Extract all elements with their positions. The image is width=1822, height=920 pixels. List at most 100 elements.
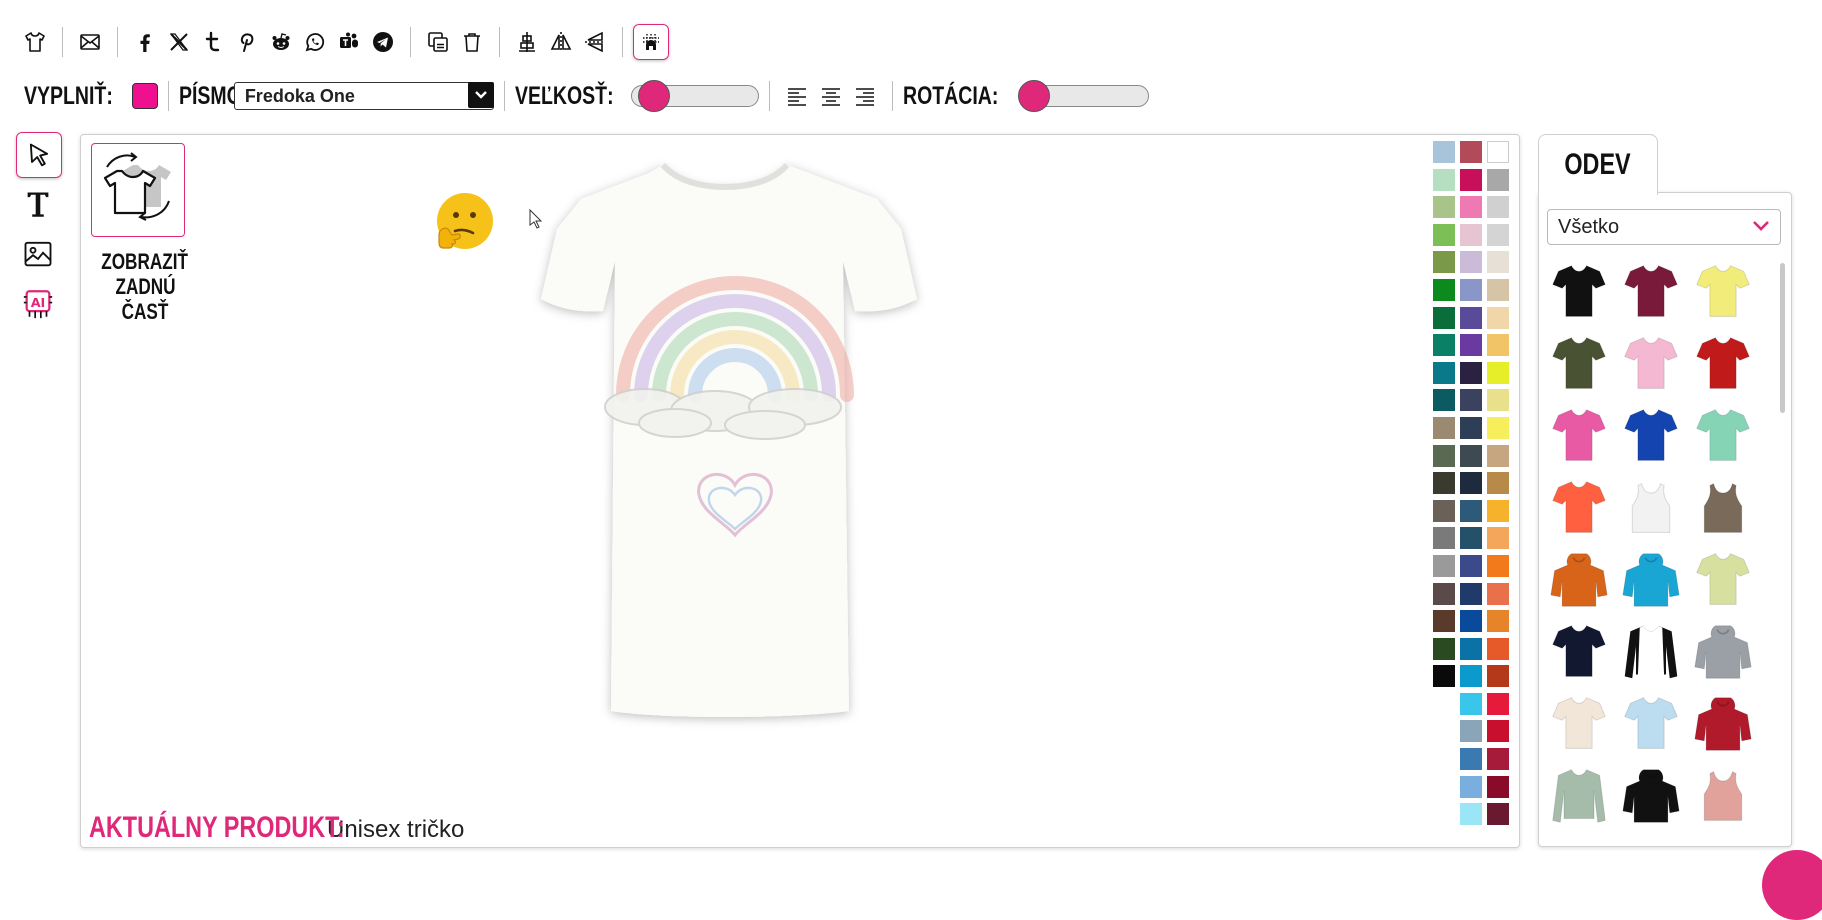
product-thumb-tshirt-pink[interactable] bbox=[1619, 333, 1683, 395]
align-right-icon[interactable] bbox=[848, 79, 882, 113]
color-swatch[interactable] bbox=[1487, 196, 1509, 219]
color-swatch[interactable] bbox=[1433, 141, 1455, 163]
color-swatch[interactable] bbox=[1460, 527, 1482, 550]
color-swatch[interactable] bbox=[1460, 361, 1482, 384]
color-swatch[interactable] bbox=[1460, 665, 1482, 688]
color-swatch[interactable] bbox=[1433, 251, 1455, 274]
color-swatch[interactable] bbox=[1460, 499, 1482, 522]
align-left-icon[interactable] bbox=[780, 79, 814, 113]
product-thumb-hoodie-black-orange[interactable] bbox=[1619, 765, 1683, 827]
size-slider-handle[interactable] bbox=[637, 80, 670, 112]
text-tool[interactable] bbox=[16, 182, 60, 226]
tumblr-icon[interactable] bbox=[196, 25, 230, 59]
color-swatch[interactable] bbox=[1487, 720, 1509, 743]
fill-color-swatch[interactable] bbox=[131, 83, 158, 109]
color-swatch[interactable] bbox=[1460, 389, 1482, 412]
email-icon[interactable] bbox=[73, 25, 107, 59]
duplicate-icon[interactable] bbox=[421, 25, 455, 59]
color-swatch[interactable] bbox=[1460, 306, 1482, 329]
color-swatch[interactable] bbox=[1460, 692, 1482, 715]
color-swatch[interactable] bbox=[1460, 141, 1482, 163]
color-swatch[interactable] bbox=[1487, 775, 1509, 798]
flip-vertical-icon[interactable] bbox=[578, 25, 612, 59]
product-thumb-tshirt-red[interactable] bbox=[1691, 333, 1755, 395]
color-swatch[interactable] bbox=[1487, 416, 1509, 439]
color-swatch[interactable] bbox=[1433, 306, 1455, 329]
color-swatch[interactable] bbox=[1433, 444, 1455, 467]
color-swatch[interactable] bbox=[1433, 499, 1455, 522]
color-swatch[interactable] bbox=[1433, 389, 1455, 412]
color-swatch[interactable] bbox=[1460, 416, 1482, 439]
select-tool[interactable] bbox=[16, 132, 62, 178]
design-canvas[interactable]: ZOBRAZIŤ ZADNÚ ČASŤ AKTUÁLNY PRODUKT: Un… bbox=[80, 134, 1520, 848]
color-swatch[interactable] bbox=[1460, 444, 1482, 467]
color-swatch[interactable] bbox=[1487, 748, 1509, 771]
color-swatch[interactable] bbox=[1487, 168, 1509, 191]
font-select[interactable]: Fredoka One bbox=[233, 82, 494, 110]
color-swatch[interactable] bbox=[1433, 196, 1455, 219]
flip-horizontal-icon[interactable] bbox=[544, 25, 578, 59]
color-swatch[interactable] bbox=[1487, 803, 1509, 826]
product-thumb-hoodie-orange[interactable] bbox=[1547, 549, 1611, 611]
size-slider[interactable] bbox=[631, 80, 760, 112]
chevron-down-icon[interactable] bbox=[467, 82, 494, 108]
color-swatch[interactable] bbox=[1460, 637, 1482, 660]
reddit-icon[interactable] bbox=[264, 25, 298, 59]
color-swatch[interactable] bbox=[1460, 251, 1482, 274]
color-swatch[interactable] bbox=[1433, 637, 1455, 660]
product-thumb-tshirt-coral[interactable] bbox=[1547, 477, 1611, 539]
color-swatch[interactable] bbox=[1433, 334, 1455, 357]
color-swatch[interactable] bbox=[1487, 692, 1509, 715]
color-swatch[interactable] bbox=[1487, 223, 1509, 246]
color-swatch[interactable] bbox=[1487, 278, 1509, 301]
product-thumb-tshirt-black[interactable] bbox=[1547, 261, 1611, 323]
color-swatch[interactable] bbox=[1487, 389, 1509, 412]
color-swatch[interactable] bbox=[1433, 527, 1455, 550]
align-center-text-icon[interactable] bbox=[814, 79, 848, 113]
category-select[interactable]: Všetko bbox=[1547, 209, 1781, 245]
color-swatch[interactable] bbox=[1487, 334, 1509, 357]
color-swatch[interactable] bbox=[1487, 141, 1509, 163]
product-thumb-tank-brown[interactable] bbox=[1691, 477, 1755, 539]
product-thumb-tshirt-olive[interactable] bbox=[1547, 333, 1611, 395]
align-center-icon[interactable] bbox=[510, 25, 544, 59]
show-back-button[interactable] bbox=[91, 143, 185, 237]
color-swatch[interactable] bbox=[1487, 499, 1509, 522]
color-swatch[interactable] bbox=[1487, 637, 1509, 660]
product-thumb-tshirt-yellow[interactable] bbox=[1691, 261, 1755, 323]
product-thumb-tshirt-tiedye[interactable] bbox=[1691, 549, 1755, 611]
whatsapp-icon[interactable] bbox=[298, 25, 332, 59]
color-swatch[interactable] bbox=[1433, 554, 1455, 577]
color-swatch[interactable] bbox=[1460, 720, 1482, 743]
product-thumb-tshirt-maroon[interactable] bbox=[1619, 261, 1683, 323]
color-swatch[interactable] bbox=[1487, 582, 1509, 605]
product-thumb-tank-rose[interactable] bbox=[1691, 765, 1755, 827]
color-swatch[interactable] bbox=[1487, 251, 1509, 274]
color-swatch[interactable] bbox=[1460, 334, 1482, 357]
product-thumb-hoodie-grey[interactable] bbox=[1691, 621, 1755, 683]
color-swatch[interactable] bbox=[1433, 223, 1455, 246]
color-swatch[interactable] bbox=[1460, 278, 1482, 301]
product-thumb-tshirt-cream[interactable] bbox=[1547, 693, 1611, 755]
ai-tool[interactable]: AI bbox=[16, 282, 60, 326]
color-swatch[interactable] bbox=[1487, 665, 1509, 688]
tab-apparel[interactable]: ODEV bbox=[1538, 134, 1658, 195]
color-swatch[interactable] bbox=[1460, 223, 1482, 246]
rotation-slider-handle[interactable] bbox=[1018, 80, 1051, 112]
color-swatch[interactable] bbox=[1487, 610, 1509, 633]
color-swatch[interactable] bbox=[1460, 554, 1482, 577]
product-thumb-tank-white[interactable] bbox=[1619, 477, 1683, 539]
color-swatch[interactable] bbox=[1460, 168, 1482, 191]
tshirt-icon[interactable] bbox=[18, 25, 52, 59]
color-swatch[interactable] bbox=[1487, 527, 1509, 550]
product-thumb-tshirt-mint[interactable] bbox=[1691, 405, 1755, 467]
facebook-icon[interactable] bbox=[128, 25, 162, 59]
trash-icon[interactable] bbox=[455, 25, 489, 59]
color-swatch[interactable] bbox=[1460, 582, 1482, 605]
color-swatch[interactable] bbox=[1433, 416, 1455, 439]
grid-snap-icon[interactable] bbox=[633, 24, 669, 60]
product-thumb-longsleeve-sage[interactable] bbox=[1547, 765, 1611, 827]
color-swatch[interactable] bbox=[1460, 472, 1482, 495]
color-swatch[interactable] bbox=[1433, 665, 1455, 688]
color-swatch[interactable] bbox=[1433, 472, 1455, 495]
